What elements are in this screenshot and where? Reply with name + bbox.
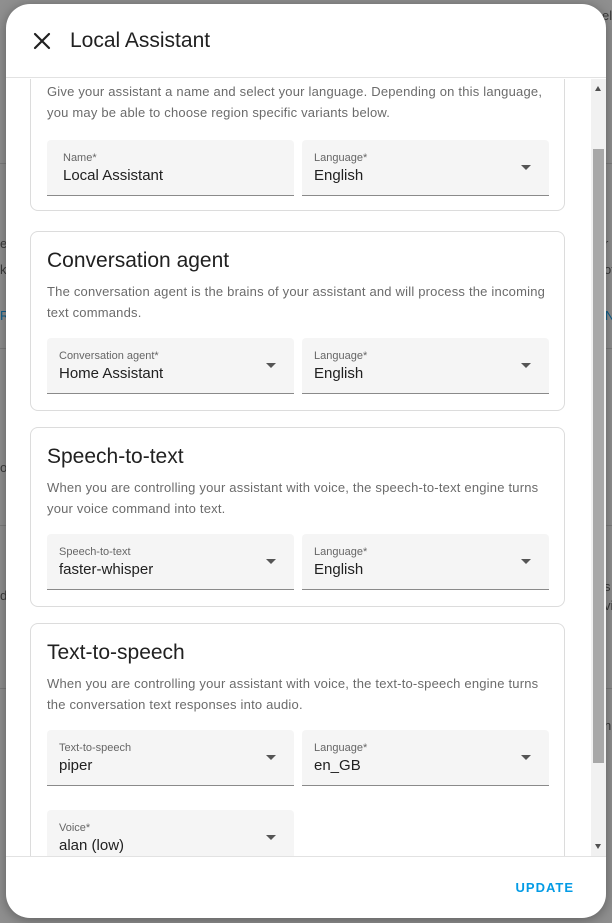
- conversation-agent-value: Home Assistant: [59, 365, 164, 382]
- conversation-agent-select[interactable]: Conversation agent* Home Assistant: [47, 338, 294, 394]
- language-select-value: English: [314, 167, 364, 184]
- scroll-down-icon[interactable]: [595, 844, 601, 849]
- name-field-value: Local Assistant: [63, 167, 164, 184]
- chevron-down-icon: [266, 755, 276, 760]
- tts-card: Text-to-speech When you are controlling …: [30, 623, 565, 856]
- chevron-down-icon: [521, 559, 531, 564]
- tts-language-value: en_GB: [314, 757, 361, 774]
- stt-engine-value: faster-whisper: [59, 561, 154, 578]
- stt-engine-label: Speech-to-text: [59, 546, 131, 558]
- scroll-up-icon[interactable]: [595, 86, 601, 91]
- conversation-language-label: Language*: [314, 350, 368, 362]
- tts-description: When you are controlling your assistant …: [47, 676, 539, 712]
- tts-engine-label: Text-to-speech: [59, 742, 132, 754]
- stt-language-value: English: [314, 561, 364, 578]
- conversation-language-value: English: [314, 365, 364, 382]
- stt-title: Speech-to-text: [47, 445, 184, 468]
- conversation-card: Conversation agent The conversation agen…: [30, 231, 565, 411]
- tts-title: Text-to-speech: [47, 641, 185, 664]
- conversation-title: Conversation agent: [47, 249, 230, 272]
- chevron-down-icon: [521, 363, 531, 368]
- chevron-down-icon: [521, 165, 531, 170]
- tts-voice-label: Voice*: [59, 822, 91, 834]
- stt-card: Speech-to-text When you are controlling …: [30, 427, 565, 607]
- conversation-description: The conversation agent is the brains of …: [47, 284, 546, 320]
- conversation-language-select[interactable]: Language* English: [302, 338, 549, 394]
- name-field-label: Name*: [63, 152, 97, 164]
- language-select-label: Language*: [314, 152, 368, 164]
- stt-engine-select[interactable]: Speech-to-text faster-whisper: [47, 534, 294, 590]
- scrollbar[interactable]: [591, 79, 606, 856]
- close-button[interactable]: [18, 17, 66, 65]
- intro-card: Give your assistant a name and select yo…: [30, 79, 565, 211]
- intro-description: Give your assistant a name and select yo…: [47, 84, 543, 120]
- dialog-title: Local Assistant: [70, 28, 211, 52]
- stt-description: When you are controlling your assistant …: [47, 480, 539, 516]
- chevron-down-icon: [521, 755, 531, 760]
- dialog-footer: UPDATE: [6, 856, 606, 918]
- stt-language-select[interactable]: Language* English: [302, 534, 549, 590]
- close-icon: [33, 32, 51, 49]
- dialog-header: Local Assistant: [6, 4, 606, 78]
- conversation-agent-label: Conversation agent*: [59, 350, 159, 362]
- tts-engine-select[interactable]: Text-to-speech piper: [47, 730, 294, 786]
- name-field[interactable]: Name* Local Assistant: [47, 140, 294, 196]
- scrollbar-thumb[interactable]: [593, 149, 604, 763]
- stt-language-label: Language*: [314, 546, 368, 558]
- dialog-content[interactable]: Give your assistant a name and select yo…: [6, 79, 606, 856]
- chevron-down-icon: [266, 559, 276, 564]
- chevron-down-icon: [266, 835, 276, 840]
- tts-engine-value: piper: [59, 757, 93, 774]
- assistant-dialog: Local Assistant Give your assistant a na…: [6, 4, 606, 918]
- chevron-down-icon: [266, 363, 276, 368]
- tts-voice-select[interactable]: Voice* alan (low): [47, 810, 294, 856]
- language-select[interactable]: Language* English: [302, 140, 549, 196]
- tts-language-label: Language*: [314, 742, 368, 754]
- bg-fragment: N: [605, 308, 612, 323]
- tts-language-select[interactable]: Language* en_GB: [302, 730, 549, 786]
- tts-voice-value: alan (low): [59, 837, 125, 854]
- update-button[interactable]: UPDATE: [516, 880, 574, 895]
